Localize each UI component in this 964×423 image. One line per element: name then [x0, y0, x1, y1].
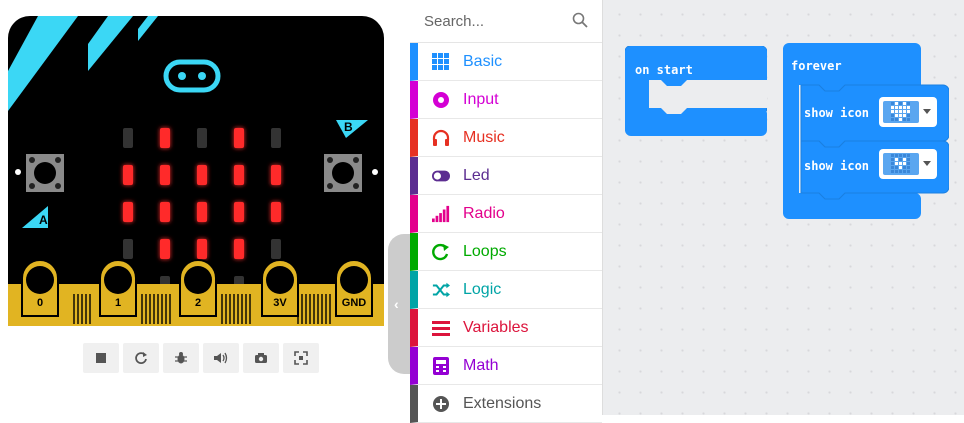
toolbox-category-math[interactable]: Math	[410, 347, 602, 385]
button-b-label: B	[344, 120, 353, 134]
toolbox-category-extensions[interactable]: Extensions	[410, 385, 602, 423]
led-on	[160, 202, 170, 222]
led-on	[197, 202, 207, 222]
sound-icon	[214, 352, 228, 364]
led-on	[271, 202, 281, 222]
screenshot-icon	[255, 353, 267, 363]
toolbox-category-loops[interactable]: Loops	[410, 233, 602, 271]
led-off	[123, 239, 133, 259]
icon-dropdown-small-heart[interactable]	[879, 149, 937, 179]
toolbox: Search... Basic Input Music Led Radio Loops Lo…	[410, 0, 603, 423]
chevron-down-icon	[923, 161, 931, 166]
plus-circle-icon	[432, 395, 450, 413]
toolbox-category-label: Input	[463, 91, 499, 108]
toolbox-category-led[interactable]: Led	[410, 157, 602, 195]
sound-button[interactable]	[203, 343, 239, 373]
pin-label-gnd: GND	[341, 297, 367, 309]
forever-label: forever	[791, 59, 842, 73]
search-icon[interactable]	[572, 12, 588, 28]
debug-button[interactable]	[163, 343, 199, 373]
signal-bars-icon	[432, 205, 450, 223]
led-on	[234, 202, 244, 222]
heart-icon	[891, 102, 910, 121]
show-icon-label-2: show icon	[804, 159, 870, 173]
toolbox-category-variables[interactable]: Variables	[410, 309, 602, 347]
small-heart-icon	[891, 154, 910, 173]
toolbox-category-label: Basic	[463, 53, 503, 70]
led-off	[271, 239, 281, 259]
collapse-simulator-button[interactable]: ‹	[388, 234, 410, 374]
pin-label-0: 0	[36, 297, 44, 309]
pin-label-3v: 3V	[273, 297, 287, 309]
blocks-workspace[interactable]: on start forever show icon show icon	[603, 0, 964, 415]
simulator-toolbar	[83, 343, 319, 375]
toolbox-category-label: Led	[463, 167, 490, 184]
on-start-label: on start	[635, 63, 693, 77]
stop-icon	[96, 353, 106, 363]
led-on	[123, 165, 133, 185]
grid-icon	[432, 53, 450, 71]
toolbox-category-label: Extensions	[463, 395, 542, 412]
fullscreen-button[interactable]	[283, 343, 319, 373]
led-on	[234, 239, 244, 259]
chevron-left-icon: ‹	[394, 296, 399, 312]
led-on	[160, 239, 170, 259]
pin-label-2: 2	[194, 297, 202, 309]
loop-arrow-icon	[432, 243, 450, 261]
toolbox-category-label: Logic	[463, 281, 502, 298]
toolbox-category-label: Radio	[463, 205, 505, 222]
toolbox-category-logic[interactable]: Logic	[410, 271, 602, 309]
led-off	[271, 128, 281, 148]
restart-icon	[135, 352, 147, 364]
toolbox-category-radio[interactable]: Radio	[410, 195, 602, 233]
shuffle-icon	[432, 281, 450, 299]
screenshot-button[interactable]	[243, 343, 279, 373]
button-b[interactable]	[324, 154, 362, 192]
toolbox-category-label: Loops	[463, 243, 507, 260]
toolbox-category-music[interactable]: Music	[410, 119, 602, 157]
list-icon	[432, 319, 450, 337]
restart-button[interactable]	[123, 343, 159, 373]
fullscreen-icon	[294, 351, 308, 365]
toolbox-search[interactable]: Search...	[410, 0, 602, 43]
button-a[interactable]	[26, 154, 64, 192]
chevron-down-icon	[923, 109, 931, 114]
led-on	[160, 128, 170, 148]
icon-dropdown-heart[interactable]	[879, 97, 937, 127]
led-on	[271, 165, 281, 185]
led-on	[234, 165, 244, 185]
calculator-icon	[432, 357, 450, 375]
toolbox-category-input[interactable]: Input	[410, 81, 602, 119]
led-off	[197, 128, 207, 148]
led-on	[234, 128, 244, 148]
headphones-icon	[432, 129, 450, 147]
led-on	[197, 239, 207, 259]
stop-button[interactable]	[83, 343, 119, 373]
led-on	[160, 165, 170, 185]
pin-label-1: 1	[114, 297, 122, 309]
toggle-icon	[432, 167, 450, 185]
microbit-board: B A 0 1 2 3V GND	[8, 16, 384, 326]
button-a-label: A	[39, 213, 48, 227]
led-off	[123, 128, 133, 148]
led-on	[123, 202, 133, 222]
show-icon-label-1: show icon	[804, 106, 870, 120]
search-input[interactable]: Search...	[424, 13, 484, 30]
target-icon	[432, 91, 450, 109]
led-on	[197, 165, 207, 185]
toolbox-category-label: Math	[463, 357, 499, 374]
simulator-panel: B A 0 1 2 3V GND ‹	[0, 0, 410, 415]
microbit-graphic	[8, 16, 384, 326]
toolbox-category-basic[interactable]: Basic	[410, 43, 602, 81]
toolbox-category-label: Music	[463, 129, 505, 146]
debug-icon	[175, 352, 187, 364]
toolbox-category-label: Variables	[463, 319, 529, 336]
